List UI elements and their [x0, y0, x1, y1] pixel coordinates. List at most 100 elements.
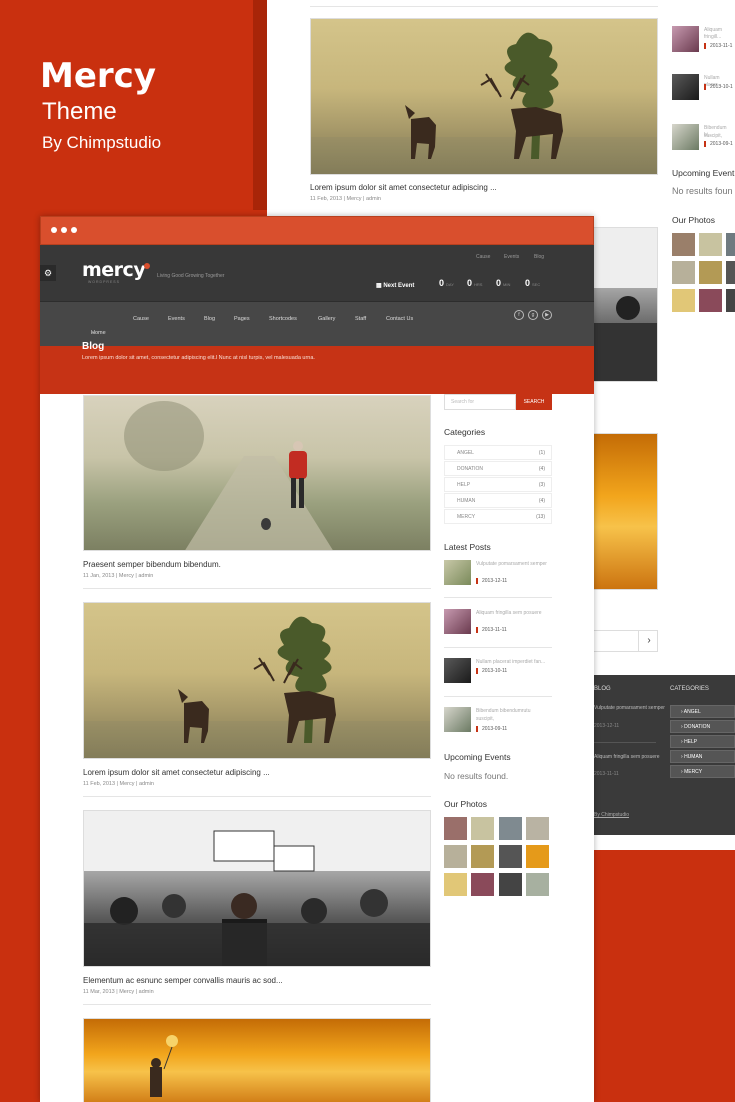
footer-category[interactable]: › MERCY [670, 765, 735, 778]
search-input[interactable]: Search for [444, 394, 516, 410]
upcoming-events-heading: Upcoming Events [444, 752, 511, 762]
window-dot[interactable] [61, 227, 67, 233]
latest-thumb[interactable] [672, 74, 699, 100]
post-image-crowd[interactable] [587, 227, 658, 382]
photo-thumb[interactable] [499, 817, 522, 840]
footer-category[interactable]: › HELP [670, 735, 735, 748]
top-link-events[interactable]: Events [504, 254, 519, 260]
post-meta: 11 Jan, 2013 | Mercy | admin [83, 573, 154, 579]
post-image-orange[interactable] [587, 433, 658, 590]
divider [83, 588, 431, 589]
photo-thumb[interactable] [526, 817, 549, 840]
youtube-icon[interactable]: ▶ [542, 310, 552, 320]
post-date: 11 Feb, 2013 [83, 781, 116, 787]
back-post-author[interactable]: Mercy | admin [347, 196, 381, 202]
search-button[interactable]: SEARCH [516, 394, 552, 410]
photo-thumb[interactable] [444, 873, 467, 896]
back-latest-title-2[interactable]: suscipit, [704, 133, 722, 140]
site-tagline: Living Good Growing Together [157, 273, 225, 279]
photo-thumb[interactable] [699, 261, 722, 284]
category-item[interactable]: HUMAN (4) [444, 493, 552, 508]
post-title[interactable]: Praesent semper bibendum bibendum. [83, 560, 221, 569]
nav-contact-us[interactable]: Contact Us [386, 316, 413, 322]
pagination-next-button[interactable]: › [638, 631, 659, 651]
post-title[interactable]: Lorem ipsum dolor sit amet consectetur a… [83, 768, 270, 777]
top-link-blog[interactable]: Blog [534, 254, 544, 260]
latest-title[interactable]: Bibendum bibendumrutu [476, 708, 530, 715]
window-dot[interactable] [71, 227, 77, 233]
photo-thumb[interactable] [726, 289, 735, 312]
photo-thumb[interactable] [471, 845, 494, 868]
page-title: Blog [82, 341, 105, 352]
latest-title[interactable]: Vulputate pomarsament semper [476, 561, 547, 568]
photo-thumb[interactable] [672, 261, 695, 284]
photo-thumb[interactable] [444, 845, 467, 868]
photo-thumb[interactable] [471, 873, 494, 896]
photo-thumb[interactable] [726, 261, 735, 284]
latest-title[interactable]: Nullam placerat imperdiet fan... [476, 659, 545, 666]
post-image-orange[interactable] [83, 1018, 431, 1102]
nav-pages[interactable]: Pages [234, 316, 250, 322]
nav-events[interactable]: Events [168, 316, 185, 322]
latest-thumb[interactable] [444, 658, 471, 683]
latest-thumb[interactable] [672, 124, 699, 150]
category-count: (3) [538, 482, 545, 488]
photo-thumb[interactable] [699, 289, 722, 312]
latest-thumb[interactable] [444, 560, 471, 585]
nav-gallery[interactable]: Gallery [318, 316, 335, 322]
crowd-illustration [84, 811, 430, 966]
google-plus-icon[interactable]: g [528, 310, 538, 320]
post-author[interactable]: Mercy | admin [119, 989, 153, 995]
photo-thumb[interactable] [726, 233, 735, 256]
photo-thumb[interactable] [526, 845, 549, 868]
photo-thumb[interactable] [499, 873, 522, 896]
divider [83, 796, 431, 797]
post-author[interactable]: Mercy | admin [119, 573, 153, 579]
footer-blog-date-2: 2013-11-11 [594, 771, 619, 777]
post-title[interactable]: Elementum ac esnunc semper convallis mau… [83, 976, 283, 985]
footer-blog-line-2[interactable]: Aliquam fringilla sem posuere [594, 754, 660, 760]
latest-title-2[interactable]: suscipit, [476, 716, 494, 723]
footer-category[interactable]: › HUMAN [670, 750, 735, 763]
post-image-deer[interactable] [83, 602, 431, 759]
footer-category[interactable]: › ANGEL [670, 705, 735, 718]
nav-cause[interactable]: Cause [133, 316, 149, 322]
footer-credit-link[interactable]: By Chimpstudio [594, 812, 629, 818]
photo-thumb[interactable] [526, 873, 549, 896]
photo-thumb[interactable] [672, 233, 695, 256]
category-item[interactable]: HELP (3) [444, 477, 552, 492]
settings-gear-icon[interactable]: ⚙ [40, 265, 56, 281]
post-image-crowd[interactable] [83, 810, 431, 967]
post-image-cyclist[interactable] [83, 395, 431, 551]
latest-thumb[interactable] [444, 707, 471, 732]
site-logo[interactable]: mercy [82, 259, 146, 281]
nav-staff[interactable]: Staff [355, 316, 366, 322]
back-shadow [253, 0, 267, 210]
category-item[interactable]: DONATION (4) [444, 461, 552, 476]
photo-thumb[interactable] [672, 289, 695, 312]
photo-thumb[interactable] [471, 817, 494, 840]
latest-title[interactable]: Aliquam fringilla sem posuere [476, 610, 542, 617]
footer-category[interactable]: › DONATION [670, 720, 735, 733]
nav-blog[interactable]: Blog [204, 316, 215, 322]
latest-thumb[interactable] [444, 609, 471, 634]
facebook-icon[interactable]: f [514, 310, 524, 320]
window-dot[interactable] [51, 227, 57, 233]
photo-thumb[interactable] [444, 817, 467, 840]
photo-thumb[interactable] [499, 845, 522, 868]
photo-grid [444, 817, 552, 897]
post-author[interactable]: Mercy | admin [120, 781, 154, 787]
category-item[interactable]: ANGEL (1) [444, 445, 552, 460]
nav-shortcodes[interactable]: Shortcodes [269, 316, 297, 322]
latest-thumb[interactable] [672, 26, 699, 52]
back-latest-title[interactable]: Aliquam fringill... [704, 27, 735, 41]
divider [444, 597, 552, 598]
post-image-deer[interactable] [310, 18, 658, 175]
top-link-cause[interactable]: Cause [476, 254, 490, 260]
category-label: MERCY [457, 514, 476, 520]
back-post-title[interactable]: Lorem ipsum dolor sit amet consectetur a… [310, 183, 497, 192]
footer-blog-line[interactable]: Vulputate pomarsament semper [594, 705, 665, 711]
category-item[interactable]: MERCY (13) [444, 509, 552, 524]
divider [83, 1004, 431, 1005]
photo-thumb[interactable] [699, 233, 722, 256]
